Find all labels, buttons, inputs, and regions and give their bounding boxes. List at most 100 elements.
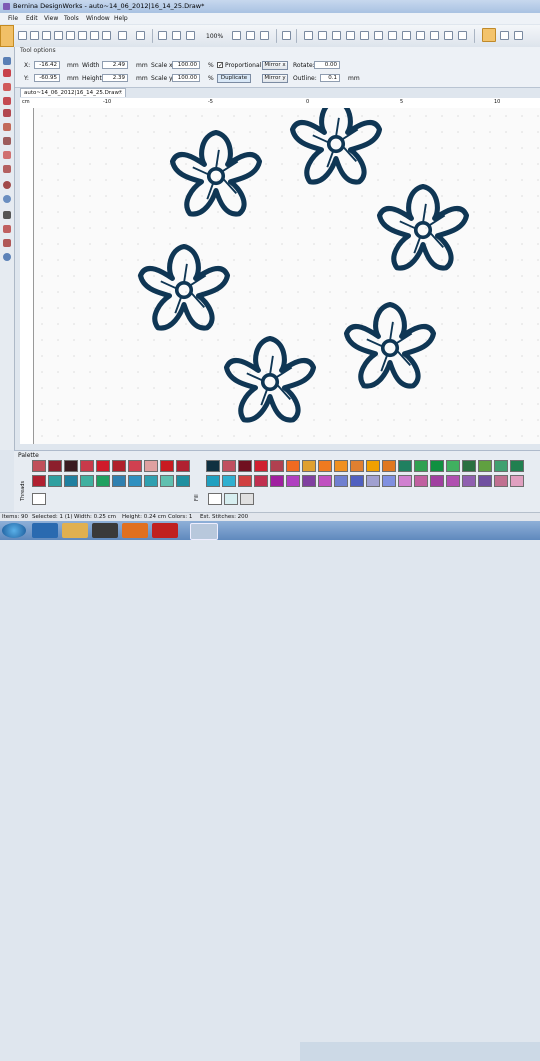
mirror-y-button[interactable]: Mirror y xyxy=(262,74,288,83)
color-swatch[interactable] xyxy=(398,460,412,472)
align-middle-icon[interactable] xyxy=(360,31,369,40)
delete-icon[interactable] xyxy=(102,31,111,40)
color-swatch[interactable] xyxy=(462,475,476,487)
color-swatch[interactable] xyxy=(254,460,268,472)
color-swatch[interactable] xyxy=(238,475,252,487)
color-swatch[interactable] xyxy=(510,460,524,472)
media-player-icon[interactable] xyxy=(92,523,118,538)
stitch-tool-icon[interactable] xyxy=(3,239,11,247)
color-swatch[interactable] xyxy=(446,460,460,472)
color-swatch[interactable] xyxy=(64,475,78,487)
color-swatch[interactable] xyxy=(334,460,348,472)
proportional-checkbox[interactable]: ✓ xyxy=(217,62,223,69)
color-swatch[interactable] xyxy=(96,475,110,487)
height-input[interactable]: 2.39 xyxy=(102,74,128,82)
grid-icon[interactable] xyxy=(158,31,167,40)
align-bottom-icon[interactable] xyxy=(374,31,383,40)
node-tool-icon[interactable] xyxy=(3,83,11,91)
transform-tool-icon[interactable] xyxy=(3,57,11,65)
color-swatch[interactable] xyxy=(286,475,300,487)
outlook-icon[interactable] xyxy=(122,523,148,538)
scale-y-input[interactable]: 100.00 xyxy=(172,74,200,82)
group-icon[interactable] xyxy=(282,31,291,40)
paste-icon[interactable] xyxy=(90,31,99,40)
color-swatch[interactable] xyxy=(128,475,142,487)
color-swatch[interactable] xyxy=(80,460,94,472)
lasso-icon[interactable] xyxy=(232,31,241,40)
color-swatch[interactable] xyxy=(222,460,236,472)
color-swatch[interactable] xyxy=(270,460,284,472)
color-swatch[interactable] xyxy=(64,460,78,472)
zoom-level[interactable]: 100% xyxy=(206,33,223,40)
undo-icon[interactable] xyxy=(118,31,127,40)
star-tool-icon[interactable] xyxy=(3,253,11,261)
color-swatch[interactable] xyxy=(414,475,428,487)
shape-tool-icon[interactable] xyxy=(3,225,11,233)
color-swatch[interactable] xyxy=(112,475,126,487)
color-swatch[interactable] xyxy=(430,460,444,472)
arrange-icon[interactable] xyxy=(416,31,425,40)
designworks-taskbar-icon[interactable] xyxy=(190,523,218,540)
color-swatch[interactable] xyxy=(80,475,94,487)
color-swatch[interactable] xyxy=(494,475,508,487)
flower-motif[interactable] xyxy=(227,339,314,421)
redo-icon[interactable] xyxy=(136,31,145,40)
color-swatch[interactable] xyxy=(206,460,220,472)
duplicate-button[interactable]: Duplicate xyxy=(217,74,251,83)
start-button[interactable] xyxy=(2,523,26,538)
zoom-tool-icon[interactable] xyxy=(3,69,11,77)
pen-tool-icon[interactable] xyxy=(3,97,11,105)
color-swatch[interactable] xyxy=(270,475,284,487)
pen-tool-icon[interactable] xyxy=(482,28,496,42)
explorer-icon[interactable] xyxy=(62,523,88,538)
menu-view[interactable]: View xyxy=(44,15,58,22)
color-swatch[interactable] xyxy=(176,475,190,487)
color-swatch[interactable] xyxy=(160,460,174,472)
color-swatch[interactable] xyxy=(302,475,316,487)
ie-icon[interactable] xyxy=(32,523,58,538)
color-swatch[interactable] xyxy=(32,460,46,472)
x-input[interactable]: -16.42 xyxy=(34,61,60,69)
color-swatch[interactable] xyxy=(144,475,158,487)
color-swatch[interactable] xyxy=(414,460,428,472)
save-icon[interactable] xyxy=(42,31,51,40)
color-swatch[interactable] xyxy=(398,475,412,487)
fill-pattern-swatch[interactable] xyxy=(224,493,238,505)
line-tool-icon[interactable] xyxy=(3,123,11,131)
fill-pattern-swatch[interactable] xyxy=(240,493,254,505)
menu-edit[interactable]: Edit xyxy=(26,15,38,22)
align-center-icon[interactable] xyxy=(318,31,327,40)
color-swatch[interactable] xyxy=(382,460,396,472)
color-swatch[interactable] xyxy=(366,460,380,472)
color-swatch[interactable] xyxy=(222,475,236,487)
select-icon[interactable] xyxy=(246,31,255,40)
scale-x-input[interactable]: 100.00 xyxy=(172,61,200,69)
color-swatch[interactable] xyxy=(286,460,300,472)
color-swatch[interactable] xyxy=(176,460,190,472)
outline-input[interactable]: 0.1 xyxy=(320,74,340,82)
color-swatch[interactable] xyxy=(254,475,268,487)
no-color-swatch[interactable] xyxy=(32,493,46,505)
color-swatch[interactable] xyxy=(112,460,126,472)
text-tool-icon[interactable] xyxy=(3,211,11,219)
y-input[interactable]: -60.95 xyxy=(34,74,60,82)
print-icon[interactable] xyxy=(54,31,63,40)
color-swatch[interactable] xyxy=(318,475,332,487)
flower-motif[interactable] xyxy=(380,187,467,269)
align-top-icon[interactable] xyxy=(346,31,355,40)
align-left-icon[interactable] xyxy=(304,31,313,40)
brush-tool-icon[interactable] xyxy=(3,109,11,117)
cut-icon[interactable] xyxy=(66,31,75,40)
weld-icon[interactable] xyxy=(430,31,439,40)
copy-icon[interactable] xyxy=(78,31,87,40)
color-swatch[interactable] xyxy=(144,460,158,472)
color-swatch[interactable] xyxy=(238,460,252,472)
flower-motif[interactable] xyxy=(141,247,228,329)
trim-icon[interactable] xyxy=(444,31,453,40)
menu-window[interactable]: Window xyxy=(86,15,110,22)
color-swatch[interactable] xyxy=(350,475,364,487)
color-swatch[interactable] xyxy=(302,460,316,472)
menu-file[interactable]: File xyxy=(8,15,18,22)
flower-motif[interactable] xyxy=(293,108,380,182)
acrobat-icon[interactable] xyxy=(152,523,178,538)
